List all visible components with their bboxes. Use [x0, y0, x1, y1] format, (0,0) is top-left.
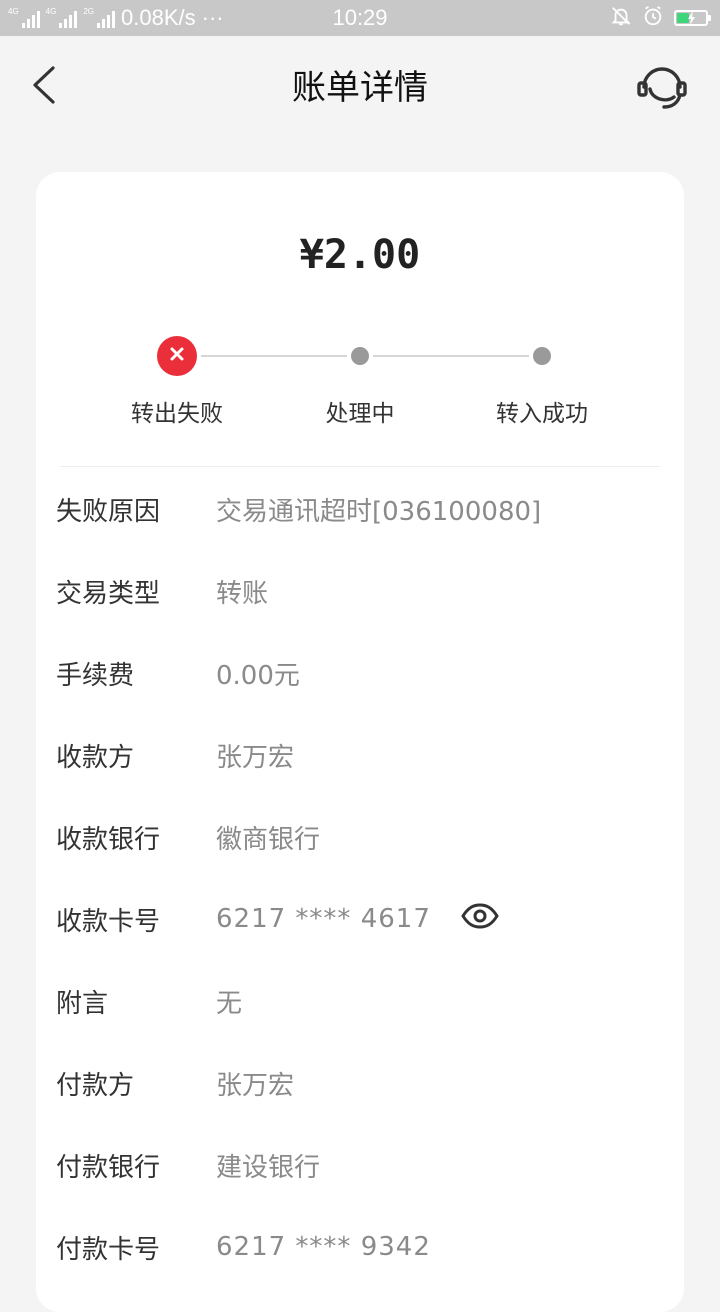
step-connector — [373, 355, 529, 357]
detail-value: 交易通讯超时[036100080] — [216, 496, 542, 527]
headset-icon — [636, 61, 688, 115]
detail-list: 失败原因 交易通讯超时[036100080] 交易类型 转账 手续费 0.00元… — [36, 468, 684, 1288]
show-card-number-button[interactable] — [461, 902, 499, 936]
detail-row-payer-bank: 付款银行 建设银行 — [36, 1124, 684, 1206]
detail-row-payer-card: 付款卡号 6217 **** 9342 — [36, 1206, 684, 1288]
detail-label: 附言 — [56, 988, 109, 1019]
status-right — [610, 0, 711, 36]
detail-label: 收款方 — [56, 742, 135, 773]
close-icon — [169, 346, 185, 366]
step-failed-node — [157, 336, 197, 376]
detail-value: 建设银行 — [216, 1152, 321, 1183]
alarm-icon — [642, 5, 664, 32]
detail-value: 徽商银行 — [216, 824, 321, 855]
step-label-processing: 处理中 — [325, 401, 395, 427]
divider — [60, 466, 660, 467]
battery-icon — [674, 10, 711, 26]
detail-value: 转账 — [216, 578, 269, 609]
bell-muted-icon — [610, 5, 632, 32]
detail-row-payee-card: 收款卡号 6217 **** 4617 — [36, 878, 684, 960]
detail-row-payer: 付款方 张万宏 — [36, 1042, 684, 1124]
status-bar: 4G 4G 2G 0.08K/s ··· 10:29 — [0, 0, 720, 36]
detail-label: 付款方 — [56, 1070, 135, 1101]
transaction-amount: ¥2.00 — [299, 232, 421, 278]
customer-service-button[interactable] — [634, 60, 690, 116]
detail-label: 失败原因 — [56, 496, 161, 527]
detail-value: 0.00元 — [216, 660, 300, 691]
detail-value: 6217 **** 9342 — [216, 1232, 431, 1262]
detail-row-remark: 附言 无 — [36, 960, 684, 1042]
detail-row-transaction-type: 交易类型 转账 — [36, 550, 684, 632]
transfer-progress: 转出失败 处理中 转入成功 — [36, 336, 684, 427]
detail-label: 交易类型 — [56, 578, 161, 609]
detail-label: 付款银行 — [56, 1152, 161, 1183]
eye-icon — [461, 902, 499, 936]
step-pending-node — [351, 347, 369, 365]
page-title: 账单详情 — [292, 68, 428, 108]
detail-row-fee: 手续费 0.00元 — [36, 632, 684, 714]
detail-row-payee: 收款方 张万宏 — [36, 714, 684, 796]
detail-label: 手续费 — [56, 660, 135, 691]
detail-label: 收款银行 — [56, 824, 161, 855]
detail-value: 6217 **** 4617 — [216, 904, 431, 934]
detail-value: 张万宏 — [216, 742, 295, 773]
detail-value: 无 — [216, 988, 243, 1019]
chevron-left-icon — [31, 65, 57, 109]
step-label-failed: 转出失败 — [131, 401, 223, 427]
detail-row-payee-bank: 收款银行 徽商银行 — [36, 796, 684, 878]
step-label-success: 转入成功 — [496, 401, 588, 427]
bill-detail-card: ¥2.00 转出失败 处理中 转入成功 失败原因 交易通讯超时[03610008… — [36, 172, 684, 1312]
back-button[interactable] — [20, 60, 68, 114]
step-pending-node — [533, 347, 551, 365]
header: 账单详情 — [0, 36, 720, 140]
detail-label: 付款卡号 — [56, 1234, 161, 1265]
step-connector — [201, 355, 347, 357]
detail-value-wrap: 6217 **** 4617 — [216, 902, 499, 936]
detail-row-fail-reason: 失败原因 交易通讯超时[036100080] — [36, 468, 684, 550]
detail-value: 张万宏 — [216, 1070, 295, 1101]
detail-label: 收款卡号 — [56, 906, 161, 937]
